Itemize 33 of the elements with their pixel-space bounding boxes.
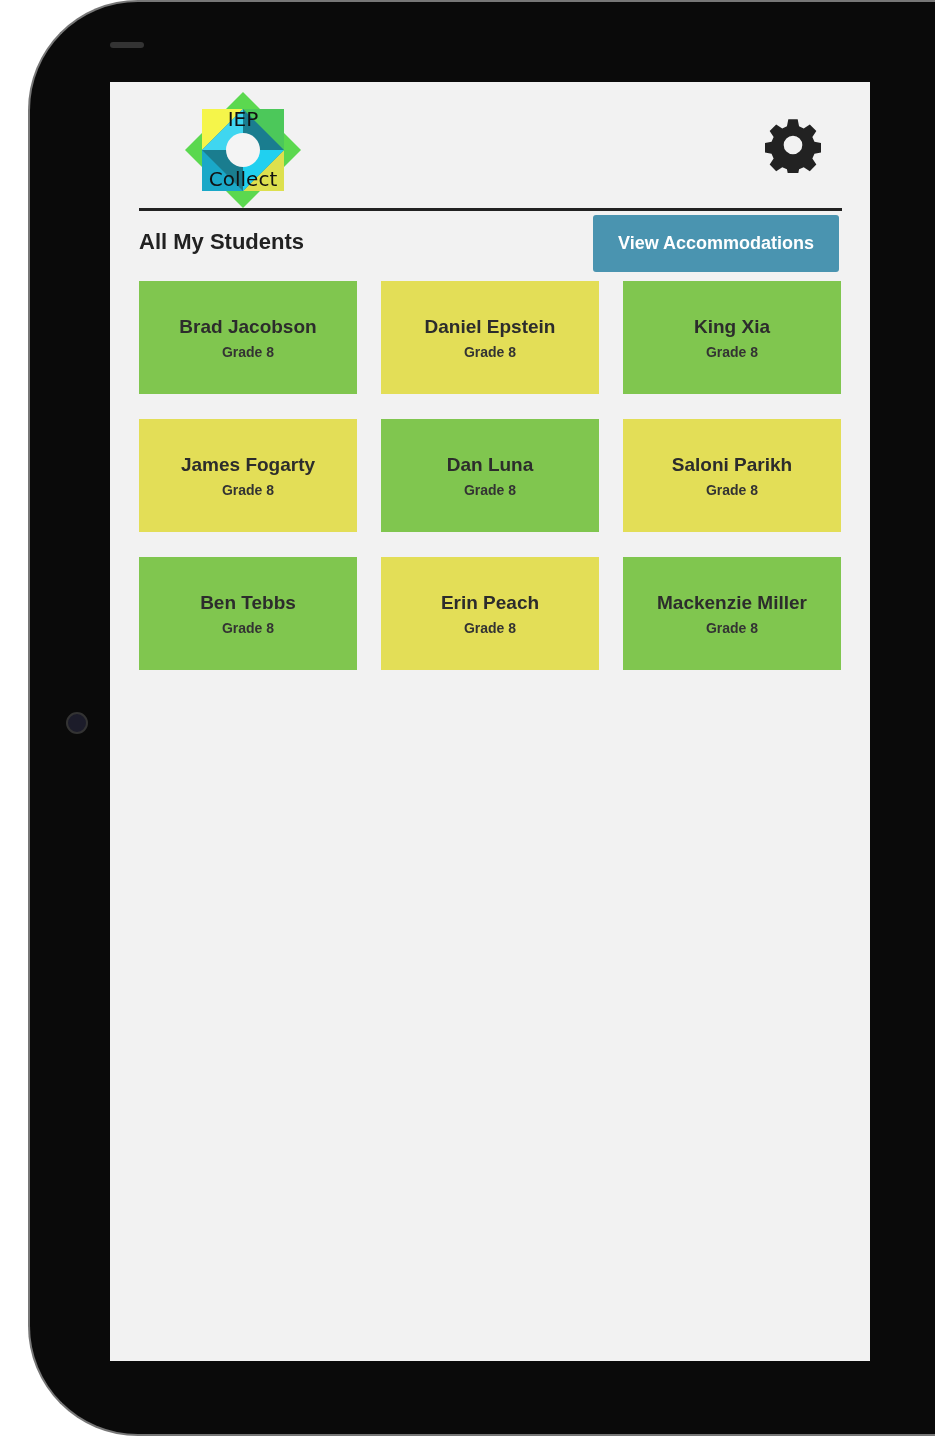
student-grade: Grade 8: [463, 619, 517, 636]
student-grade: Grade 8: [705, 619, 759, 636]
student-grade: Grade 8: [463, 343, 517, 360]
student-grade: Grade 8: [463, 481, 517, 498]
student-card[interactable]: James Fogarty Grade 8: [139, 419, 357, 532]
student-grade: Grade 8: [221, 619, 275, 636]
student-name: King Xia: [694, 315, 770, 338]
student-grade: Grade 8: [221, 481, 275, 498]
student-name: Dan Luna: [446, 453, 534, 476]
student-name: James Fogarty: [180, 453, 316, 476]
student-card[interactable]: Saloni Parikh Grade 8: [623, 419, 841, 532]
student-grade: Grade 8: [221, 343, 275, 360]
page-title: All My Students: [139, 229, 304, 255]
speaker-slot: [110, 42, 144, 48]
student-card[interactable]: Ben Tebbs Grade 8: [139, 557, 357, 670]
student-card[interactable]: Daniel Epstein Grade 8: [381, 281, 599, 394]
student-name: Daniel Epstein: [424, 315, 556, 338]
student-grade: Grade 8: [705, 343, 759, 360]
settings-icon[interactable]: [765, 117, 821, 173]
student-name: Ben Tebbs: [200, 591, 296, 614]
student-card[interactable]: Brad Jacobson Grade 8: [139, 281, 357, 394]
student-name: Mackenzie Miller: [657, 591, 807, 614]
view-accommodations-button[interactable]: View Accommodations: [593, 215, 839, 272]
student-name: Saloni Parikh: [671, 453, 793, 476]
logo-text: IEP: [227, 107, 259, 131]
student-card[interactable]: King Xia Grade 8: [623, 281, 841, 394]
student-card[interactable]: Dan Luna Grade 8: [381, 419, 599, 532]
student-card[interactable]: Erin Peach Grade 8: [381, 557, 599, 670]
student-name: Brad Jacobson: [179, 315, 317, 338]
student-grade: Grade 8: [705, 481, 759, 498]
camera-lens: [66, 712, 88, 734]
student-name: Erin Peach: [440, 591, 540, 614]
student-card[interactable]: Mackenzie Miller Grade 8: [623, 557, 841, 670]
